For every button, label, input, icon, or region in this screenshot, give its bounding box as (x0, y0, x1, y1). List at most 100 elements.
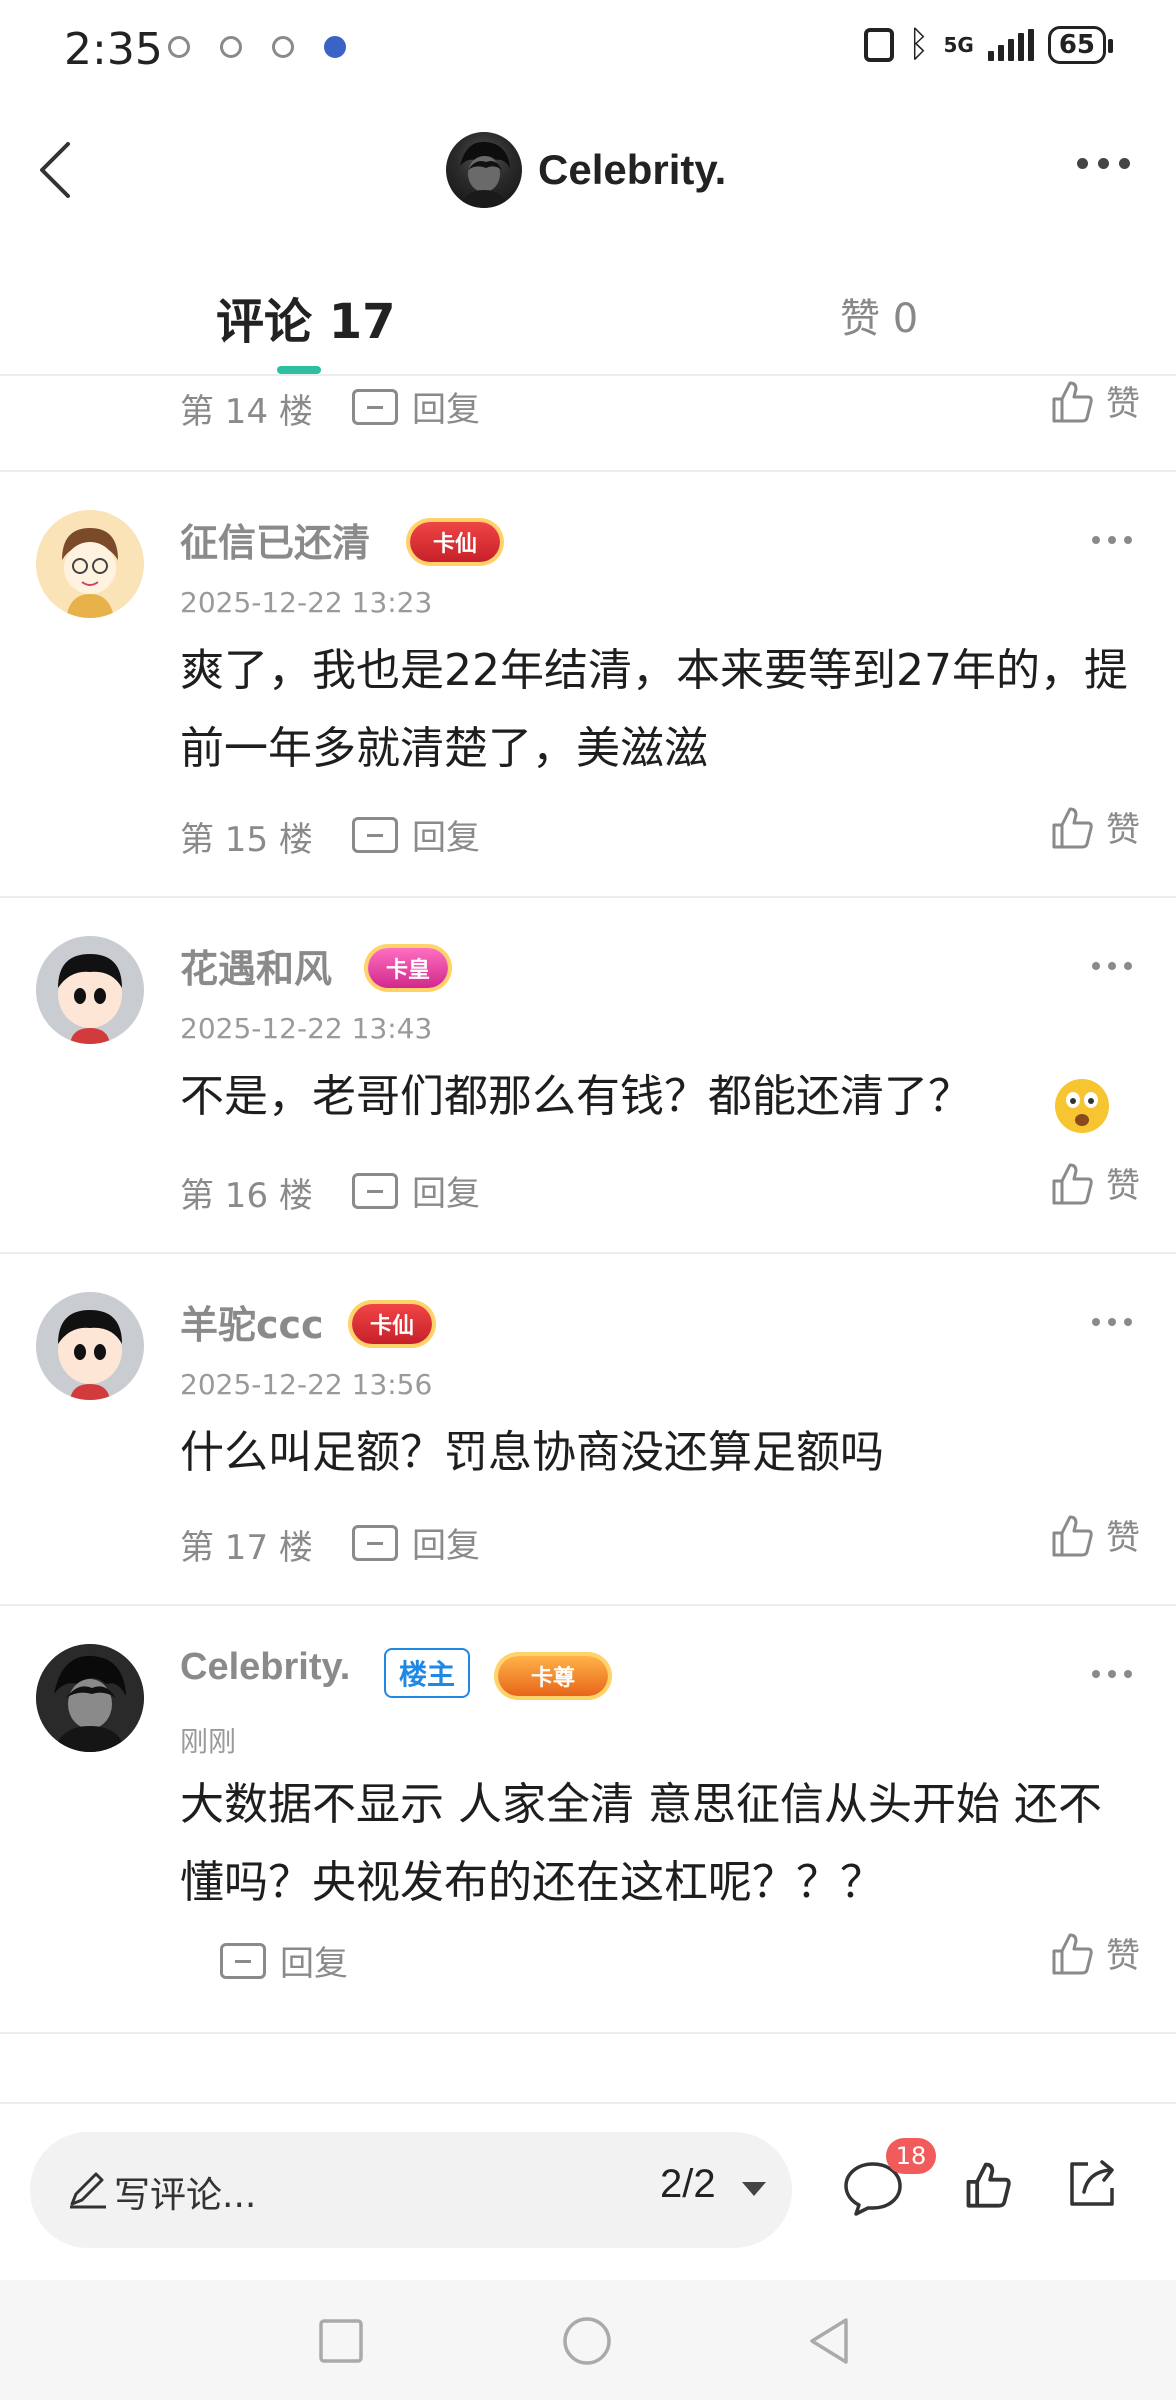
thumbs-up-icon (1052, 807, 1093, 848)
comment-time: 2025-12-22 13:43 (180, 1012, 433, 1045)
comment-more-icon[interactable] (1092, 962, 1132, 970)
emoji-icon (1055, 1079, 1109, 1133)
notification-icons (168, 36, 346, 58)
like-button[interactable]: 赞 (1048, 1928, 1140, 1977)
bottom-action-bar: 写评论... 2/2 18 (0, 2102, 1176, 2280)
comment-more-icon[interactable] (1092, 1670, 1132, 1678)
status-indicators: ᛒ 5G 65 (863, 24, 1114, 65)
reply-icon (352, 1524, 398, 1561)
reply-icon (352, 1172, 398, 1209)
level-badge: 卡仙 (410, 522, 500, 562)
header: Celebrity. (0, 100, 1176, 240)
floor-number: 第 17 楼 (180, 1528, 313, 1568)
system-navigation-bar (0, 2280, 1176, 2400)
back-nav-icon[interactable] (806, 2316, 852, 2366)
avatar[interactable] (36, 1644, 144, 1752)
avatar[interactable] (36, 1292, 144, 1400)
caret-down-icon[interactable] (742, 2182, 766, 2196)
tab-likes[interactable]: 赞 0 (840, 286, 918, 344)
username[interactable]: 花遇和风 (180, 938, 332, 993)
reply-label: 回复 (412, 390, 480, 430)
comment-time: 2025-12-22 13:56 (180, 1368, 433, 1401)
comment-input[interactable]: 写评论... 2/2 (30, 2132, 792, 2248)
tab-comments[interactable]: 评论 17 (216, 282, 396, 352)
thumbs-up-icon (1052, 381, 1093, 422)
username[interactable]: Celebrity. (180, 1646, 350, 1689)
thumbs-up-icon (1052, 1163, 1093, 1204)
reply-label: 回复 (280, 1944, 348, 1984)
tab-active-indicator (277, 366, 321, 374)
reply-icon (352, 388, 398, 425)
floor-number: 第 16 楼 (180, 1176, 313, 1216)
pen-icon (70, 2172, 106, 2209)
like-label: 赞 (1106, 384, 1140, 424)
status-bar: 2:35 ᛒ 5G 65 (0, 0, 1176, 100)
network-label: 5G (943, 33, 974, 57)
level-badge: 卡仙 (352, 1304, 432, 1344)
notification-icon (272, 36, 294, 58)
page-indicator[interactable]: 2/2 (660, 2162, 716, 2207)
notification-icon (220, 36, 242, 58)
avatar[interactable] (36, 936, 144, 1044)
like-label: 赞 (1106, 1166, 1140, 1206)
username[interactable]: 征信已还清 (180, 512, 370, 567)
more-options-icon[interactable] (1077, 158, 1130, 169)
like-button[interactable]: 赞 (1048, 376, 1140, 425)
reply-label: 回复 (412, 1526, 480, 1566)
comment-more-icon[interactable] (1092, 1318, 1132, 1326)
like-label: 赞 (1106, 810, 1140, 850)
comment-time: 2025-12-22 13:23 (180, 586, 433, 619)
comment-time: 刚刚 (180, 1725, 237, 1758)
back-icon[interactable] (30, 140, 90, 200)
reply-button[interactable]: 回复 (220, 1936, 348, 1985)
like-button[interactable]: 赞 (1048, 802, 1140, 851)
floor-number: 第 15 楼 (180, 820, 313, 860)
signal-icon (987, 29, 1034, 61)
comment-count-badge: 18 (886, 2138, 936, 2174)
comment-item: 征信已还清 卡仙 2025-12-22 13:23 爽了，我也是22年结清，本来… (0, 472, 1176, 898)
floor-number: 第 14 楼 (180, 392, 313, 432)
bluetooth-icon: ᛒ (907, 24, 930, 65)
avatar[interactable] (446, 132, 522, 208)
comment-text: 不是，老哥们都那么有钱？都能还清了？ (180, 1071, 972, 1122)
like-label: 赞 (1106, 1518, 1140, 1558)
reply-icon (220, 1942, 266, 1979)
reply-label: 回复 (412, 1174, 480, 1214)
comment-text: 大数据不显示 人家全清 意思征信从头开始 还不懂吗？央视发布的还在这杠呢？？？ (180, 1779, 1102, 1908)
avatar[interactable] (36, 510, 144, 618)
battery-icon: 65 (1047, 26, 1114, 64)
comment-item: 羊驼ccc 卡仙 2025-12-22 13:56 什么叫足额？罚息协商没还算足… (0, 1254, 1176, 1606)
comment-item: Celebrity. 楼主 卡尊 刚刚 大数据不显示 人家全清 意思征信从头开始… (0, 1606, 1176, 2034)
comment-text: 爽了，我也是22年结清，本来要等到27年的，提前一年多就清楚了，美滋滋 (180, 645, 1128, 774)
like-label: 赞 (1106, 1936, 1140, 1976)
thumbs-up-icon (1052, 1933, 1093, 1974)
reply-button[interactable]: 回复 (352, 810, 480, 859)
nfc-icon (863, 28, 894, 62)
notification-icon (168, 36, 190, 58)
share-icon[interactable] (1064, 2154, 1122, 2212)
level-badge: 卡尊 (498, 1656, 608, 1696)
reply-button[interactable]: 回复 (352, 1166, 480, 1215)
reply-icon (352, 816, 398, 853)
reply-label: 回复 (412, 818, 480, 858)
like-button[interactable]: 赞 (1048, 1510, 1140, 1559)
home-icon[interactable] (562, 2316, 612, 2366)
level-badge: 卡皇 (368, 948, 448, 988)
thumbs-up-icon[interactable] (962, 2156, 1014, 2212)
notification-icon (324, 36, 346, 58)
recent-apps-icon[interactable] (318, 2318, 364, 2364)
thumbs-up-icon (1052, 1515, 1093, 1556)
username[interactable]: 羊驼ccc (180, 1294, 324, 1349)
header-title: Celebrity. (538, 146, 727, 193)
comment-placeholder: 写评论... (114, 2175, 257, 2216)
comment-text: 什么叫足额？罚息协商没还算足额吗 (180, 1427, 884, 1478)
comment-more-icon[interactable] (1092, 536, 1132, 544)
comment-footer-partial: 第 14 楼 回复 赞 (0, 376, 1176, 472)
status-time: 2:35 (64, 24, 163, 75)
tab-bar: 评论 17 赞 0 (0, 262, 1176, 376)
reply-button[interactable]: 回复 (352, 382, 480, 431)
reply-button[interactable]: 回复 (352, 1518, 480, 1567)
comment-item: 花遇和风 卡皇 2025-12-22 13:43 不是，老哥们都那么有钱？都能还… (0, 898, 1176, 1254)
header-user[interactable]: Celebrity. (446, 132, 726, 208)
like-button[interactable]: 赞 (1048, 1158, 1140, 1207)
